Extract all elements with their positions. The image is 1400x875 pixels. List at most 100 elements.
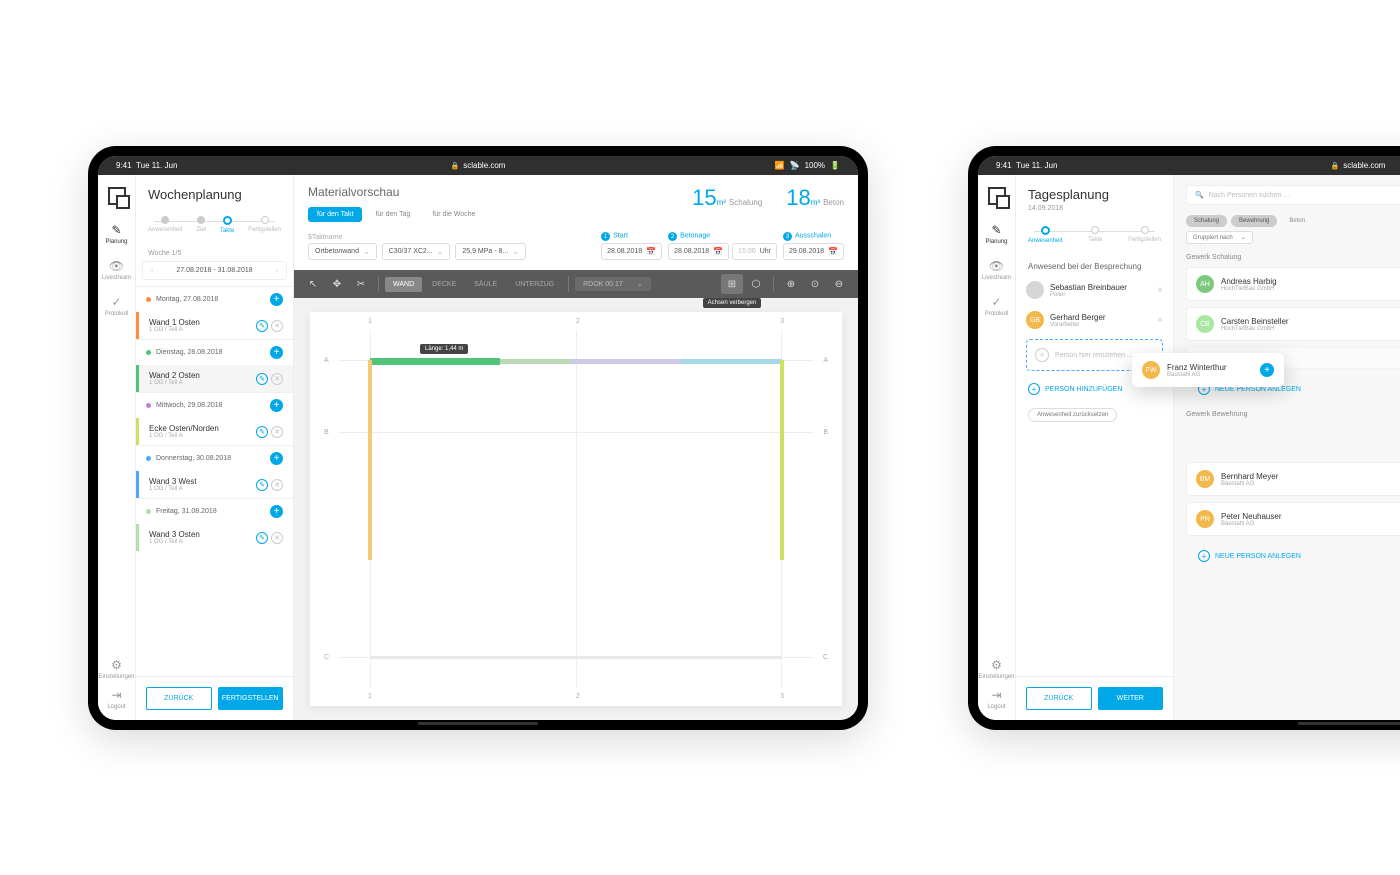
step-2[interactable]: Takte xyxy=(1088,226,1102,244)
sidebar-title: Wochenplanung xyxy=(148,187,281,202)
sidebar-title: Tagesplanung xyxy=(1028,187,1161,202)
close-icon[interactable]: ✕ xyxy=(271,320,283,332)
takt-item[interactable]: Ecke Osten/Norden1 OG / Teil A✎✕ xyxy=(136,418,293,445)
close-icon[interactable]: ✕ xyxy=(271,373,283,385)
edit-icon[interactable]: ✎ xyxy=(256,320,268,332)
tooltab-saule[interactable]: SÄULE xyxy=(466,277,505,292)
select-concrete[interactable]: C30/37 XC2... xyxy=(382,243,451,260)
next-button[interactable]: WEITER xyxy=(1098,687,1164,710)
tool-3d[interactable]: ⬡ xyxy=(745,274,767,294)
back-button[interactable]: ZURÜCK xyxy=(1026,687,1092,710)
avatar: FW xyxy=(1142,361,1160,379)
nav-logout[interactable]: ⇥Logout xyxy=(107,688,125,710)
search-input[interactable]: 🔍Nach Personen suchen … xyxy=(1186,185,1400,205)
wall-segment[interactable] xyxy=(680,359,782,364)
wall-segment[interactable] xyxy=(370,358,500,365)
app-logo[interactable] xyxy=(988,187,1006,205)
tool-pointer[interactable]: ↖ xyxy=(302,274,324,294)
close-icon[interactable]: ✕ xyxy=(271,479,283,491)
betonage-time[interactable]: 15:00Uhr xyxy=(732,243,777,260)
battery-icon: 🔋 xyxy=(830,161,840,170)
wall-segment[interactable] xyxy=(500,359,570,364)
step-1[interactable]: Anwesenheit xyxy=(148,216,182,234)
add-takt-button[interactable]: + xyxy=(270,346,283,359)
back-button[interactable]: ZURÜCK xyxy=(146,687,212,710)
takt-item[interactable]: Wand 3 Osten1 OG / Teil A✎✕ xyxy=(136,524,293,551)
wall-segment[interactable] xyxy=(368,360,372,560)
next-week[interactable]: › xyxy=(275,266,278,275)
tool-zoom-in[interactable]: ⊕ xyxy=(780,274,802,294)
nav-planung[interactable]: ✎Planung xyxy=(985,223,1007,245)
filter-beton[interactable]: Beton xyxy=(1281,215,1313,227)
add-takt-button[interactable]: + xyxy=(270,399,283,412)
takt-item[interactable]: Wand 2 Osten1 OG / Teil A✎✕ xyxy=(136,365,293,392)
nav-protokoll[interactable]: ✓Protokoll xyxy=(985,295,1008,317)
start-date[interactable]: 28.08.2018📅 xyxy=(601,243,662,260)
person-card[interactable]: CBCarsten BeinstellerHochTiefBau GmbH+ xyxy=(1186,307,1400,341)
wall-segment[interactable] xyxy=(370,656,782,659)
prev-week[interactable]: ‹ xyxy=(151,266,154,275)
remove-person[interactable]: × xyxy=(1157,285,1163,296)
tooltab-decke[interactable]: DECKE xyxy=(424,277,464,292)
close-icon[interactable]: ✕ xyxy=(271,532,283,544)
ausschalen-date[interactable]: 29.08.2018📅 xyxy=(783,243,844,260)
edit-icon[interactable]: ✎ xyxy=(256,479,268,491)
nav-livestream[interactable]: 👁Livestream xyxy=(102,259,131,281)
edit-icon[interactable]: ✎ xyxy=(256,426,268,438)
tool-zoom-fit[interactable]: ⊙ xyxy=(804,274,826,294)
nav-settings[interactable]: ⚙Einstellungen xyxy=(978,658,1014,680)
tool-zoom-out[interactable]: ⊖ xyxy=(828,274,850,294)
group-by-select[interactable]: Gruppiert nach xyxy=(1186,231,1253,244)
nav-planung[interactable]: ✎Planung xyxy=(105,223,127,245)
filter-schalung[interactable]: Schalung xyxy=(1186,215,1227,227)
step-3[interactable]: Takte xyxy=(220,216,234,234)
add-takt-button[interactable]: + xyxy=(270,452,283,465)
drag-person-card[interactable]: FW Franz WinterthurBaustahl AG + xyxy=(1132,353,1284,387)
nav-livestream[interactable]: 👁Livestream xyxy=(982,259,1011,281)
floor-select[interactable]: RDOK 00.17 xyxy=(575,277,651,291)
tool-cut[interactable]: ✂ xyxy=(350,274,372,294)
tab-takt[interactable]: für den Takt xyxy=(308,207,362,222)
finish-button[interactable]: FERTIGSTELLEN xyxy=(218,687,284,710)
tab-woche[interactable]: für die Woche xyxy=(423,207,484,222)
takt-item[interactable]: Wand 3 West1 OG / Teil A✎✕ xyxy=(136,471,293,498)
filter-bewehrung[interactable]: Bewehrung xyxy=(1231,215,1277,227)
reset-attendance[interactable]: Anwesenheit zurücksetzen xyxy=(1028,408,1117,422)
tab-tag[interactable]: für den Tag xyxy=(366,207,419,222)
select-strength[interactable]: 25,9 MPa - 8... xyxy=(455,243,526,260)
step-4[interactable]: Fertigstellen xyxy=(248,216,281,234)
logout-icon: ⇥ xyxy=(991,688,1001,702)
person-card[interactable]: PNPeter NeuhauserBaustahl AG+ xyxy=(1186,502,1400,536)
wifi-icon: 📡 xyxy=(790,161,800,170)
tooltab-unterzug[interactable]: UNTERZUG xyxy=(507,277,562,292)
betonage-date[interactable]: 28.08.2018📅 xyxy=(668,243,729,260)
tool-move[interactable]: ✥ xyxy=(326,274,348,294)
floorplan-canvas[interactable]: 1 2 3 1 2 3 A B C A B C xyxy=(310,312,842,706)
check-icon: ✓ xyxy=(111,295,121,309)
tool-grid[interactable]: ⊞Achsen verbergen xyxy=(721,274,743,294)
add-takt-button[interactable]: + xyxy=(270,505,283,518)
app-logo[interactable] xyxy=(108,187,126,205)
step-3[interactable]: Fertigstellen xyxy=(1128,226,1161,244)
edit-icon[interactable]: ✎ xyxy=(256,532,268,544)
person-card[interactable]: BMBernhard MeyerBaustahl AG+ xyxy=(1186,462,1400,496)
avatar: AH xyxy=(1196,275,1214,293)
wall-segment[interactable] xyxy=(780,360,784,560)
avatar xyxy=(1026,281,1044,299)
takt-item[interactable]: Wand 1 Osten1 OG / Teil A✎✕ xyxy=(136,312,293,339)
remove-person[interactable]: × xyxy=(1157,315,1163,326)
edit-icon[interactable]: ✎ xyxy=(256,373,268,385)
person-card[interactable]: AHAndreas HarbigHochTiefBau GmbH+ xyxy=(1186,267,1400,301)
nav-settings[interactable]: ⚙Einstellungen xyxy=(98,658,134,680)
new-person-link[interactable]: +NEUE PERSON ANLEGEN xyxy=(1186,542,1400,570)
step-2[interactable]: Ziel xyxy=(196,216,206,234)
avatar: PN xyxy=(1196,510,1214,528)
close-icon[interactable]: ✕ xyxy=(271,426,283,438)
wall-segment[interactable] xyxy=(570,359,680,364)
nav-protokoll[interactable]: ✓Protokoll xyxy=(105,295,128,317)
add-takt-button[interactable]: + xyxy=(270,293,283,306)
tooltab-wand[interactable]: WAND xyxy=(385,277,422,292)
select-type[interactable]: Ortbetonwand xyxy=(308,243,377,260)
nav-logout[interactable]: ⇥Logout xyxy=(987,688,1005,710)
step-1[interactable]: Anwesenheit xyxy=(1028,226,1062,244)
